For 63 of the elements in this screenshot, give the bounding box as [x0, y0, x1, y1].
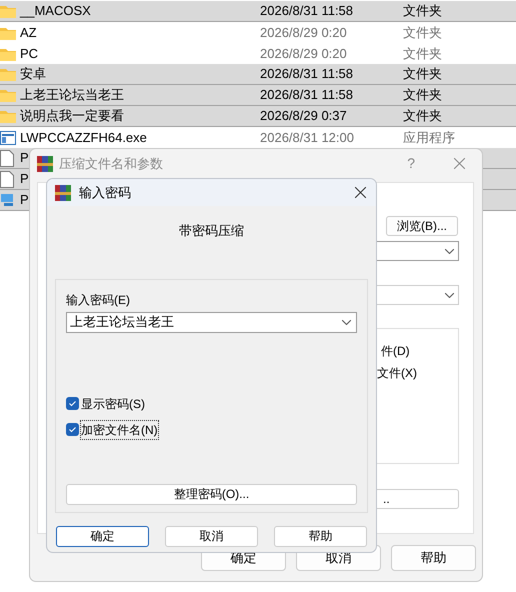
folder-icon: [0, 4, 16, 18]
window-title: 压缩文件名和参数: [59, 154, 163, 173]
file-name: AZ: [20, 24, 38, 42]
file-type: 文件夹: [403, 2, 442, 20]
chevron-icon: [445, 292, 454, 298]
window-title: 输入密码: [79, 184, 131, 202]
file-type: 文件夹: [403, 107, 442, 126]
checkbox[interactable]: [66, 423, 79, 436]
file-name: 安卓: [20, 65, 47, 84]
file-name: 说明点我一定要看: [20, 107, 125, 126]
option-label: 件(D): [380, 343, 411, 360]
file-type: 应用程序: [403, 128, 455, 147]
file-date: 2026/8/31 11:58: [260, 65, 354, 84]
dialog-button[interactable]: 帮助: [274, 526, 367, 546]
file-name: LWPCCAZZFH64.exe: [20, 128, 148, 147]
file-row[interactable]: 上老王论坛当老王 2026/8/31 11:58 文件夹: [0, 85, 516, 106]
file-name: 上老王论坛当老王: [20, 86, 125, 104]
file-type: 文件夹: [403, 86, 442, 104]
folder-icon: [0, 109, 16, 123]
field-label: 输入密码(E): [66, 292, 131, 308]
document-icon: [0, 150, 14, 166]
file-type: 文件夹: [403, 44, 442, 63]
file-date: 2026/8/29 0:37: [260, 107, 348, 126]
option-label: 文件(X): [376, 365, 418, 382]
organize-passwords-button[interactable]: 整理密码(O)...: [66, 484, 357, 504]
chevron-icon: [445, 248, 454, 254]
file-date: 2026/8/29 0:20: [260, 24, 348, 42]
close-icon[interactable]: [355, 187, 366, 198]
program-icon: [0, 130, 16, 144]
file-date: 2026/8/31 11:58: [260, 2, 354, 20]
dialog-heading: 带密码压缩: [178, 222, 245, 240]
check-icon: [68, 399, 77, 408]
file-name: P: [20, 191, 29, 210]
books-icon: [37, 156, 53, 172]
dialog-button[interactable]: 取消: [165, 526, 258, 546]
checkbox-label[interactable]: 显示密码(S): [81, 394, 145, 412]
chevron-icon: [342, 320, 351, 324]
file-date: 2026/8/31 12:00: [260, 128, 355, 147]
browse-button[interactable]: 浏览(B)...: [386, 216, 458, 236]
file-name: PC: [20, 44, 40, 63]
folder-icon: [0, 46, 16, 60]
file-date: 2026/8/29 0:20: [260, 44, 348, 63]
file-type: 文件夹: [403, 24, 442, 42]
file-row[interactable]: 说明点我一定要看 2026/8/29 0:37 文件夹: [0, 106, 516, 127]
folder-icon: [0, 67, 16, 81]
folder-icon: [0, 88, 16, 102]
file-date: 2026/8/31 11:58: [260, 86, 354, 104]
file-name: P: [20, 170, 29, 188]
file-name: __MACOSX: [20, 2, 92, 20]
file-name: P: [20, 149, 29, 168]
computer-icon: [0, 193, 16, 207]
check-icon: [68, 425, 77, 434]
file-type: 文件夹: [403, 65, 442, 84]
checkbox[interactable]: [66, 397, 79, 410]
document-icon: [0, 170, 14, 188]
password-field[interactable]: 上老王论坛当老王: [66, 312, 357, 332]
file-row[interactable]: __MACOSX 2026/8/31 11:58 文件夹: [0, 1, 516, 22]
file-row[interactable]: 安卓 2026/8/31 11:58 文件夹: [0, 64, 516, 85]
dialog-button[interactable]: 确定: [56, 526, 149, 546]
books-icon: [55, 184, 71, 200]
dialog-button[interactable]: 帮助: [391, 545, 476, 571]
checkbox-label[interactable]: 加密文件名(N): [81, 420, 158, 438]
folder-icon: [0, 26, 16, 40]
